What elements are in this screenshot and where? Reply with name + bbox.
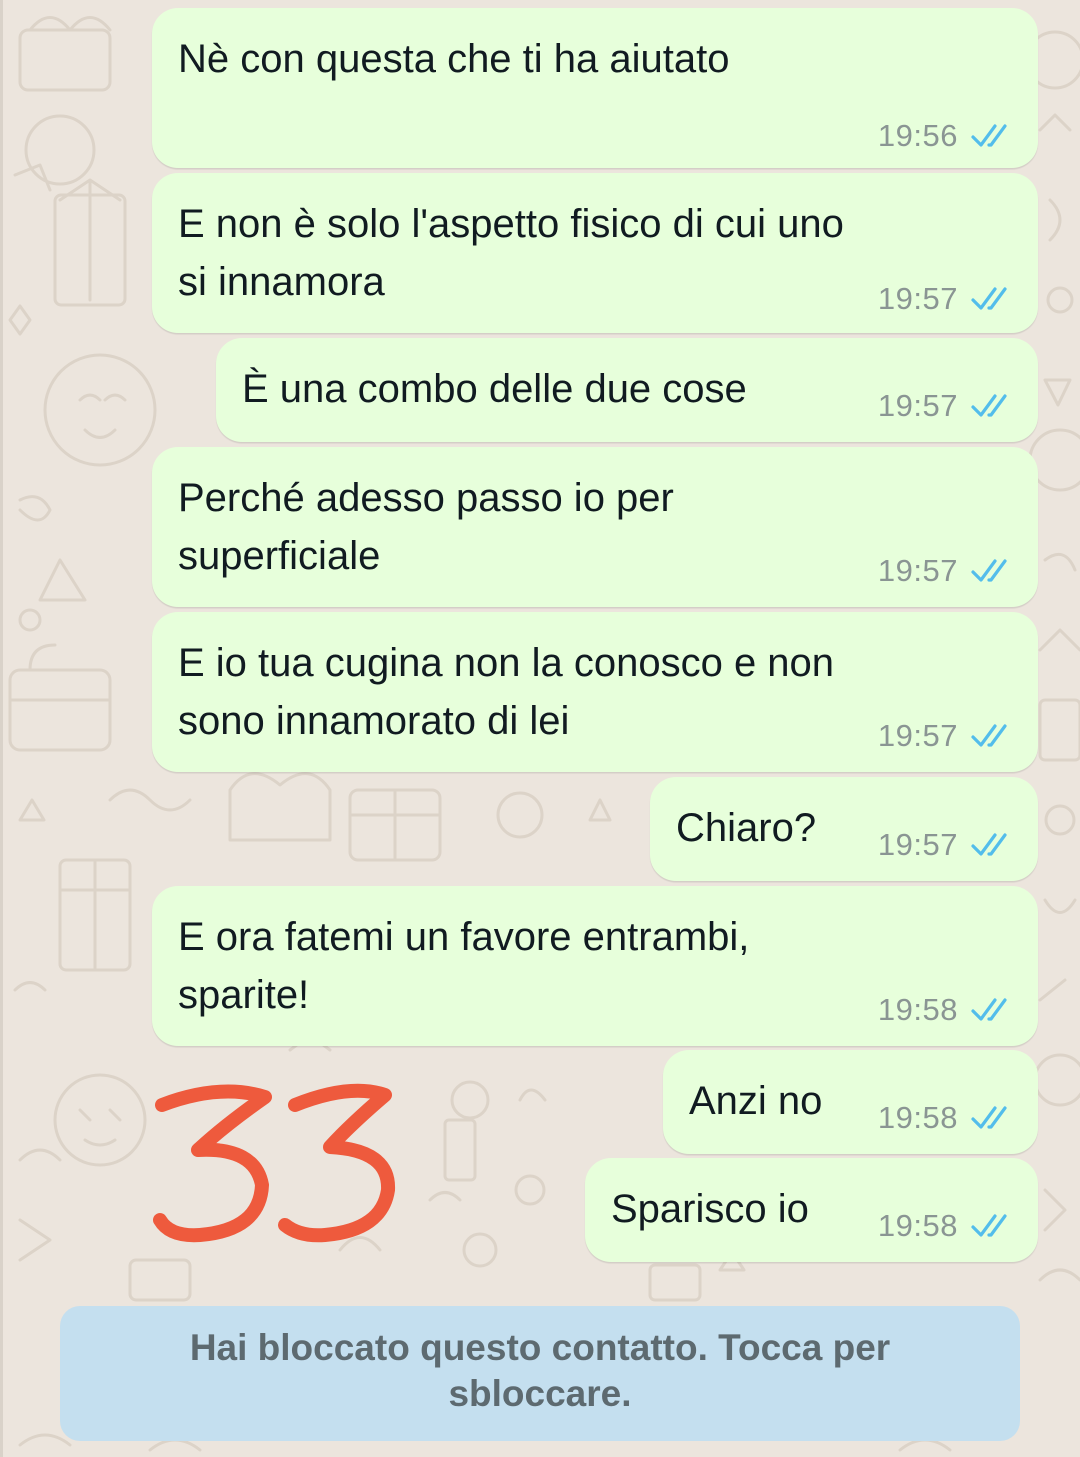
handwritten-number-annotation: 33 bbox=[153, 1083, 396, 1243]
message-meta: 19:58 bbox=[878, 1100, 1014, 1136]
blocked-contact-banner[interactable]: Hai bloccato questo contatto. Tocca per … bbox=[60, 1306, 1020, 1441]
double-check-icon bbox=[971, 124, 1007, 147]
double-check-icon bbox=[971, 1214, 1007, 1237]
message-time: 19:56 bbox=[877, 118, 958, 153]
message-time: 19:57 bbox=[877, 553, 958, 588]
message-bubble[interactable]: Perché adesso passo io per superficiale … bbox=[152, 447, 1038, 607]
message-time: 19:57 bbox=[877, 827, 958, 862]
message-text: Chiaro? bbox=[676, 799, 816, 857]
message-text: È una combo delle due cose bbox=[242, 360, 747, 418]
message-line: Chiaro? bbox=[676, 806, 817, 850]
message-line: E non è solo l'aspetto fisico di cui uno bbox=[178, 202, 844, 246]
double-check-icon bbox=[971, 1106, 1007, 1129]
double-check-icon bbox=[971, 998, 1007, 1021]
message-time: 19:58 bbox=[877, 1100, 958, 1135]
message-meta: 19:57 bbox=[878, 827, 1014, 863]
message-meta: 19:57 bbox=[878, 281, 1014, 317]
message-text: Nè con questa che ti ha aiutato bbox=[178, 30, 729, 88]
message-meta: 19:58 bbox=[878, 1208, 1014, 1244]
double-check-icon bbox=[971, 833, 1007, 856]
message-bubble[interactable]: Chiaro? 19:57 bbox=[650, 777, 1038, 881]
message-time: 19:58 bbox=[877, 992, 958, 1027]
blocked-banner-line: sbloccare. bbox=[448, 1373, 632, 1414]
message-meta: 19:57 bbox=[878, 553, 1014, 589]
message-time: 19:57 bbox=[877, 718, 958, 753]
message-line: Perché adesso passo io per bbox=[178, 476, 674, 520]
message-line: sparite! bbox=[178, 973, 310, 1017]
message-meta: 19:58 bbox=[878, 992, 1014, 1028]
double-check-icon bbox=[971, 287, 1007, 310]
message-bubble[interactable]: Sparisco io 19:58 bbox=[585, 1158, 1038, 1262]
message-meta: 19:56 bbox=[878, 118, 1014, 154]
message-line: È una combo delle due cose bbox=[242, 367, 747, 411]
message-bubble[interactable]: E non è solo l'aspetto fisico di cui uno… bbox=[152, 173, 1038, 333]
message-text: E ora fatemi un favore entrambi, sparite… bbox=[178, 908, 749, 1024]
message-line: si innamora bbox=[178, 260, 385, 304]
message-bubble[interactable]: È una combo delle due cose 19:57 bbox=[216, 338, 1038, 442]
message-meta: 19:57 bbox=[878, 388, 1014, 424]
message-bubble[interactable]: Nè con questa che ti ha aiutato 19:56 bbox=[152, 8, 1038, 168]
message-text: Sparisco io bbox=[611, 1180, 809, 1238]
message-line: E ora fatemi un favore entrambi, bbox=[178, 915, 750, 959]
message-line: Sparisco io bbox=[611, 1187, 809, 1231]
double-check-icon bbox=[971, 559, 1007, 582]
message-text: Perché adesso passo io per superficiale bbox=[178, 469, 674, 585]
screen-edge bbox=[0, 0, 3, 1457]
blocked-banner-line: Hai bloccato questo contatto. Tocca per bbox=[189, 1327, 891, 1368]
double-check-icon bbox=[971, 724, 1007, 747]
message-bubble[interactable]: Anzi no 19:58 bbox=[663, 1050, 1038, 1154]
message-bubble[interactable]: E io tua cugina non la conosco e non son… bbox=[152, 612, 1038, 772]
message-line: Nè con questa che ti ha aiutato bbox=[178, 37, 730, 81]
message-line: E io tua cugina non la conosco e non bbox=[178, 641, 835, 685]
message-text: Anzi no bbox=[689, 1072, 822, 1130]
message-text: E io tua cugina non la conosco e non son… bbox=[178, 634, 834, 750]
message-line: superficiale bbox=[178, 534, 381, 578]
message-time: 19:58 bbox=[877, 1208, 958, 1243]
message-meta: 19:57 bbox=[878, 718, 1014, 754]
message-line: Anzi no bbox=[689, 1079, 823, 1123]
message-time: 19:57 bbox=[877, 388, 958, 423]
message-time: 19:57 bbox=[877, 281, 958, 316]
double-check-icon bbox=[971, 394, 1007, 417]
message-line: sono innamorato di lei bbox=[178, 699, 570, 743]
message-text: E non è solo l'aspetto fisico di cui uno… bbox=[178, 195, 844, 311]
message-bubble[interactable]: E ora fatemi un favore entrambi, sparite… bbox=[152, 886, 1038, 1046]
